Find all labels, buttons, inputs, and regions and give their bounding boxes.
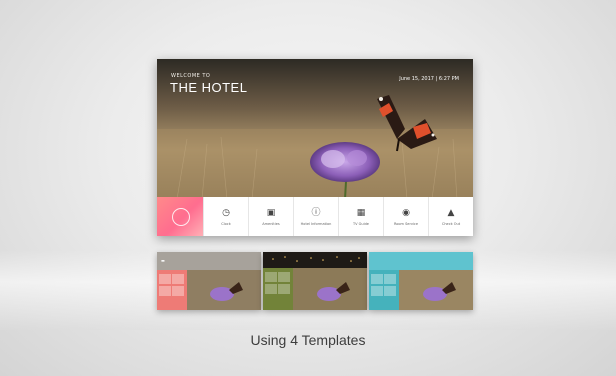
menu-item-room-service[interactable]: ◉ Room Service <box>383 197 428 236</box>
menu-item-label: Check Out <box>441 222 461 226</box>
welcome-text: WELCOME TO <box>171 73 211 79</box>
camera-icon: ▣ <box>266 208 276 218</box>
template-3-preview-image <box>369 252 473 310</box>
info-icon: ⓘ <box>311 208 321 218</box>
menu-item-amenities[interactable]: ▣ Amenities <box>248 197 293 236</box>
chat-icon: ◉ <box>402 208 410 218</box>
menu-item-label: Amenities <box>262 222 280 226</box>
tray-icon: ▲ <box>447 208 455 218</box>
template-2-preview-image <box>263 252 367 310</box>
template-thumbnail-3[interactable] <box>369 252 473 310</box>
menu-item-hotel-information[interactable]: ⓘ Hotel Information <box>293 197 338 236</box>
template-thumbnail-2[interactable] <box>263 252 367 310</box>
caption-text: Using 4 Templates <box>250 332 366 348</box>
svg-text:▬: ▬ <box>161 258 165 263</box>
template-1-preview-image: ▬ <box>157 252 261 310</box>
date-time-display: June 15, 2017 | 6:27 PM <box>399 76 459 82</box>
tv-icon: ▦ <box>356 208 366 218</box>
main-template-preview: WELCOME TO THE HOTEL June 15, 2017 | 6:2… <box>157 59 473 236</box>
menu-item-clock[interactable]: ◷ Clock <box>203 197 248 236</box>
clock-icon: ◷ <box>222 208 230 218</box>
menu-item-tv-guide[interactable]: ▦ TV Guide <box>338 197 383 236</box>
accent-ring-icon <box>172 208 190 226</box>
template-thumbnail-1[interactable]: ▬ <box>157 252 261 310</box>
menu-bar: ◷ Clock ▣ Amenities ⓘ Hotel Information … <box>157 197 473 236</box>
menu-item-check-out[interactable]: ▲ Check Out <box>428 197 473 236</box>
menu-item-label: TV Guide <box>353 222 369 226</box>
menu-item-label: Hotel Information <box>300 222 332 226</box>
menu-item-label: Room Service <box>393 222 418 226</box>
hotel-title: THE HOTEL <box>170 80 248 95</box>
menu-item-label: Clock <box>221 222 231 226</box>
menu-accent-panel <box>157 197 203 236</box>
